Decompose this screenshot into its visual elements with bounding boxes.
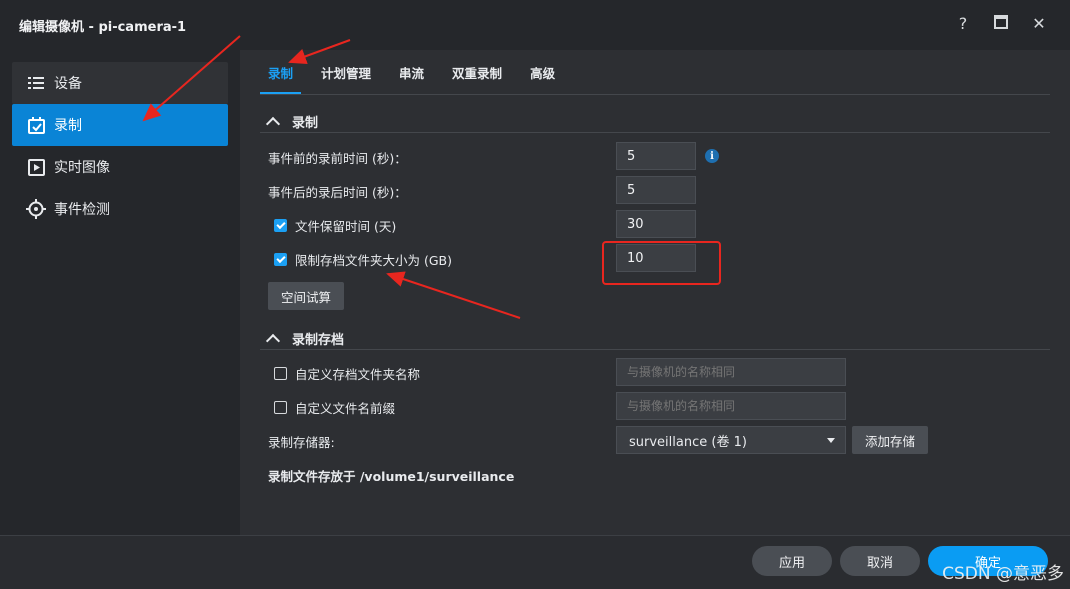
sidebar: 设备 录制 实时图像 事件检测 [0, 50, 240, 535]
tab-schedule[interactable]: 计划管理 [313, 63, 379, 94]
sidebar-item-label: 事件检测 [54, 202, 110, 218]
chevron-down-icon [827, 438, 835, 443]
add-storage-button[interactable]: 添加存储 [852, 426, 928, 454]
chevron-up-icon [265, 116, 281, 131]
custom-folder-label: 自定义存档文件夹名称 [295, 367, 421, 382]
retention-label: 文件保留时间 (天) [295, 219, 397, 234]
limit-size-input[interactable] [616, 244, 696, 272]
storage-select-value: surveillance (卷 1) [629, 434, 747, 450]
main-panel: 录制 计划管理 串流 双重录制 高级 录制 事件前的录前时间 (秒)： i 事件… [240, 50, 1070, 535]
retention-row: 文件保留时间 (天) [274, 216, 396, 235]
dialog-footer: 应用 取消 确定 [0, 535, 1070, 589]
tab-advanced[interactable]: 高级 [522, 63, 563, 94]
sidebar-item-event-detection[interactable]: 事件检测 [12, 188, 228, 230]
window-controls: ? ✕ [954, 14, 1048, 33]
section-title: 录制 [292, 116, 319, 131]
close-icon[interactable]: ✕ [1030, 14, 1048, 33]
custom-prefix-row: 自定义文件名前缀 [274, 398, 395, 417]
custom-prefix-checkbox[interactable] [274, 401, 287, 414]
sidebar-item-label: 设备 [54, 76, 82, 92]
tab-recording[interactable]: 录制 [260, 63, 302, 94]
retention-checkbox[interactable] [274, 219, 287, 232]
pre-event-label: 事件前的录前时间 (秒)： [268, 151, 407, 166]
tab-dual-recording[interactable]: 双重录制 [444, 63, 510, 94]
cancel-button[interactable]: 取消 [840, 546, 920, 576]
custom-folder-checkbox[interactable] [274, 367, 287, 380]
section-archive-header[interactable]: 录制存档 [265, 329, 345, 348]
help-icon[interactable]: ? [954, 14, 972, 33]
limit-size-row: 限制存档文件夹大小为 (GB) [274, 250, 452, 269]
crosshair-icon [26, 199, 46, 219]
list-icon [26, 73, 46, 93]
custom-prefix-label: 自定义文件名前缀 [295, 401, 396, 416]
storage-label: 录制存储器: [268, 435, 335, 450]
post-event-input[interactable] [616, 176, 696, 204]
custom-prefix-input[interactable] [616, 392, 846, 420]
limit-size-label: 限制存档文件夹大小为 (GB) [295, 253, 452, 268]
space-estimate-button[interactable]: 空间试算 [268, 282, 344, 310]
sidebar-item-label: 录制 [54, 118, 82, 134]
tab-stream[interactable]: 串流 [391, 63, 432, 94]
tab-bar: 录制 计划管理 串流 双重录制 高级 [260, 50, 563, 94]
calendar-check-icon [26, 115, 46, 135]
sidebar-item-live-view[interactable]: 实时图像 [12, 146, 228, 188]
apply-button[interactable]: 应用 [752, 546, 832, 576]
play-square-icon [26, 157, 46, 177]
custom-folder-input[interactable] [616, 358, 846, 386]
maximize-icon[interactable] [992, 14, 1010, 33]
pre-event-input[interactable] [616, 142, 696, 170]
storage-path-text: 录制文件存放于 /volume1/surveillance [268, 469, 515, 484]
window-titlebar: 编辑摄像机 - pi-camera-1 ? ✕ [0, 0, 1070, 50]
section-title: 录制存档 [292, 333, 345, 348]
post-event-label: 事件后的录后时间 (秒)： [268, 185, 407, 200]
sidebar-item-device[interactable]: 设备 [12, 62, 228, 104]
sidebar-item-recording[interactable]: 录制 [12, 104, 228, 146]
storage-select[interactable]: surveillance (卷 1) [616, 426, 846, 454]
section-divider [260, 349, 1050, 350]
retention-input[interactable] [616, 210, 696, 238]
section-divider [260, 132, 1050, 133]
chevron-up-icon [265, 333, 281, 348]
tab-divider [260, 94, 1050, 95]
sidebar-item-label: 实时图像 [54, 160, 110, 176]
info-icon[interactable]: i [705, 149, 719, 163]
custom-folder-row: 自定义存档文件夹名称 [274, 364, 420, 383]
watermark-text: CSDN @意恶多 [942, 564, 1064, 584]
window-title: 编辑摄像机 - pi-camera-1 [19, 20, 187, 35]
section-recording-header[interactable]: 录制 [265, 112, 319, 131]
limit-size-checkbox[interactable] [274, 253, 287, 266]
